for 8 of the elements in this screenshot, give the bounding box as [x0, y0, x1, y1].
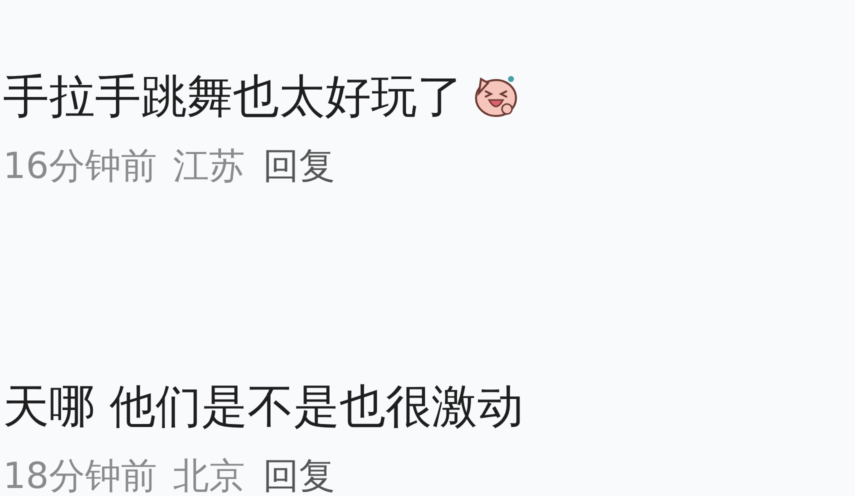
reply-link[interactable]: 回复: [262, 146, 335, 188]
comment-time: 16分钟前: [3, 146, 157, 188]
comment-text: 手拉手跳舞也太好玩了: [3, 68, 463, 124]
reply-link[interactable]: 回复: [262, 456, 335, 496]
comment-location: 北京: [172, 456, 245, 496]
comment-time: 18分钟前: [3, 456, 157, 496]
comment-text: 天哪 他们是不是也很激动: [3, 378, 524, 434]
comment-location: 江苏: [172, 146, 245, 188]
